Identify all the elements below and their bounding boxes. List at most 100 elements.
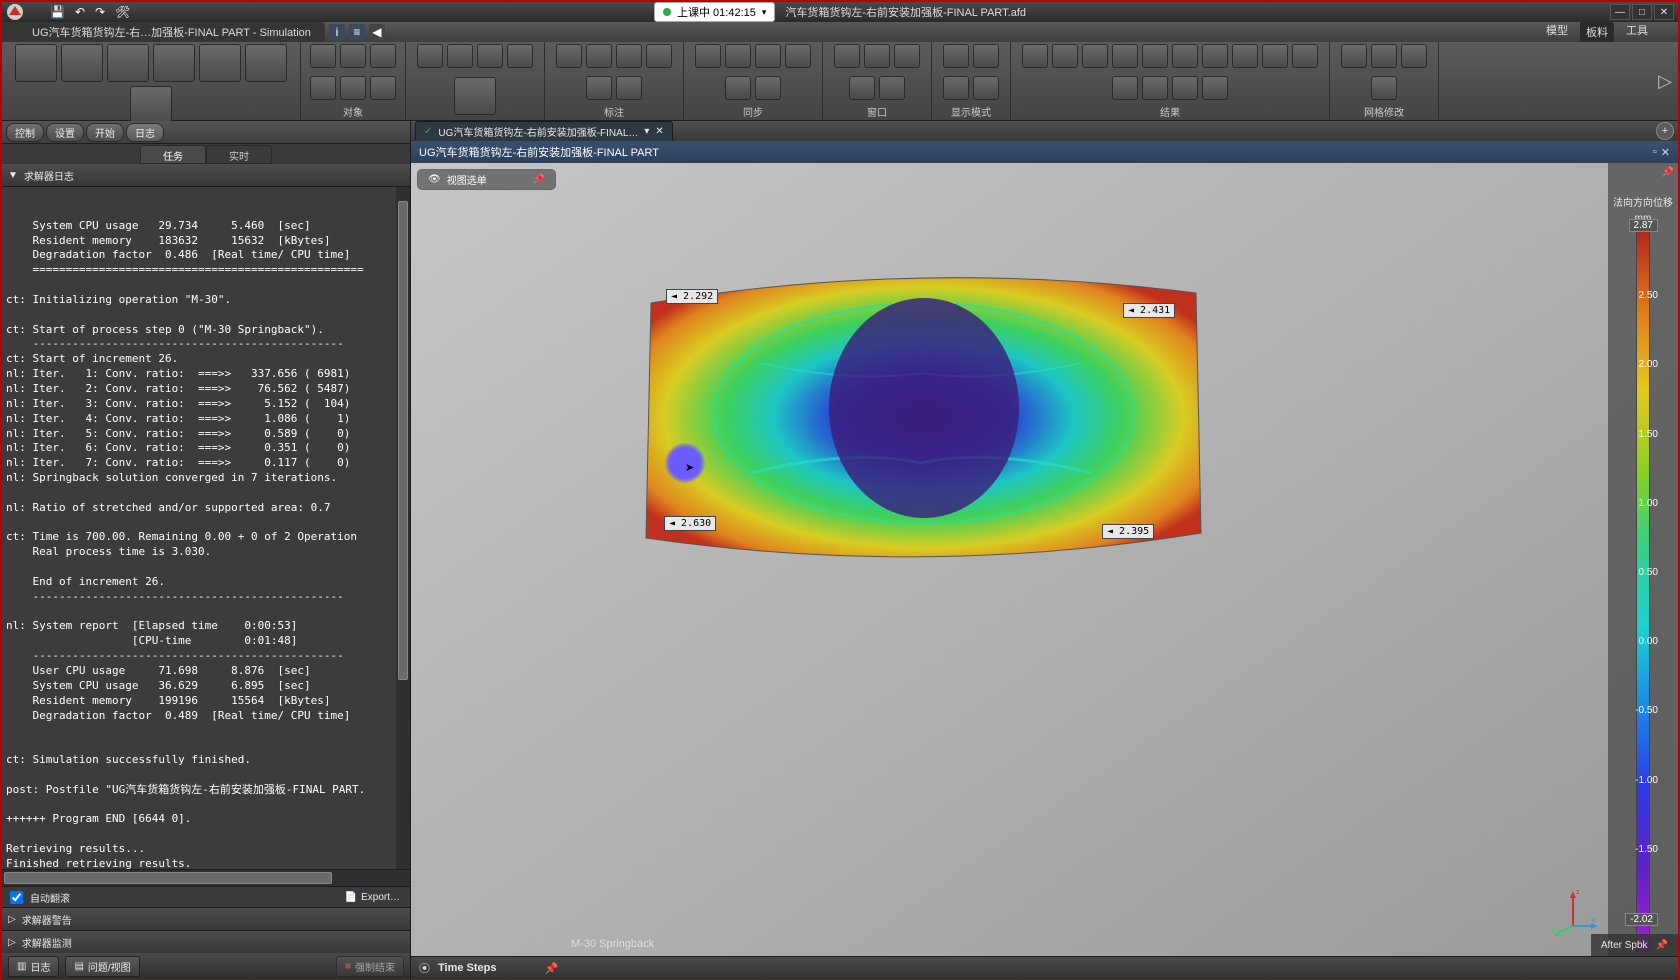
window-3-icon[interactable] [894,44,920,68]
result-11-icon[interactable] [1112,76,1138,100]
ribbon-plane-icon[interactable] [107,44,149,82]
ribbon-play-icon[interactable]: ▷ [1658,71,1672,92]
orientation-triad[interactable]: z x y [1548,886,1598,936]
tab-start[interactable]: 开始 [86,123,124,142]
select-tool-2-icon[interactable] [447,44,473,68]
accordion-monitor[interactable]: ▷ 求解器监测 [2,930,410,953]
minimize-button[interactable]: — [1610,4,1630,20]
mesh-1-icon[interactable] [1341,44,1367,68]
shade-globe-icon[interactable] [973,44,999,68]
mesh-2-icon[interactable] [1371,44,1397,68]
ribbon-tree-icon[interactable] [61,44,103,82]
horizontal-scrollbar[interactable] [2,869,410,886]
ribbon-display-obj-icon[interactable] [245,44,287,82]
pin-icon[interactable]: 📌 [1656,940,1668,951]
annot-dim-icon[interactable] [586,44,612,68]
export-button[interactable]: 📄 Export… [339,892,406,903]
annot-ruler-icon[interactable] [646,44,672,68]
pin-icon[interactable]: 📌 [545,962,559,975]
viewport-close-icon[interactable]: ✕ [1661,146,1670,159]
result-2-icon[interactable] [1052,44,1078,68]
sync-5-icon[interactable] [725,76,751,100]
maximize-button[interactable]: □ [1632,4,1652,20]
result-8-icon[interactable] [1232,44,1258,68]
collapse-left-icon[interactable]: ◀ [369,24,385,40]
tab-settings[interactable]: 设置 [46,123,84,142]
vertical-scrollbar[interactable] [396,187,410,869]
undo-icon[interactable]: ↶ [75,5,85,19]
window-1-icon[interactable] [834,44,860,68]
view-menu-button[interactable]: 👁 视图选单 📌 [417,169,556,190]
ribbon-open-icon[interactable] [15,44,57,82]
object-tool-3-icon[interactable] [370,44,396,68]
time-steps-bar[interactable]: ⦿ Time Steps 📌 [411,956,1678,979]
redo-icon[interactable]: ↷ [95,5,105,19]
settings-icon[interactable]: 🛠 [115,5,130,19]
result-3-icon[interactable] [1082,44,1108,68]
viewport-maximize-icon[interactable]: ▫ [1653,146,1657,159]
mesh-4-icon[interactable] [1371,76,1397,100]
chevron-down-icon[interactable]: ▾ [762,7,767,18]
annot-pointer-icon[interactable] [556,44,582,68]
sync-4-icon[interactable] [785,44,811,68]
3d-viewport[interactable]: 👁 视图选单 📌 [411,163,1678,956]
mesh-3-icon[interactable] [1401,44,1427,68]
sync-3-icon[interactable] [755,44,781,68]
select-block-icon[interactable] [454,77,496,115]
result-5-icon[interactable] [1142,44,1168,68]
sync-1-icon[interactable] [695,44,721,68]
result-12-icon[interactable] [1142,76,1168,100]
result-14-icon[interactable] [1202,76,1228,100]
shade-sphere-icon[interactable] [943,44,969,68]
result-10-icon[interactable] [1292,44,1318,68]
ribbon-highlight-icon[interactable] [130,86,172,124]
object-tool-2-icon[interactable] [340,44,366,68]
save-icon[interactable]: 💾 [50,5,65,19]
object-tool-6-icon[interactable] [370,76,396,100]
info-icon[interactable]: i [329,24,345,40]
expand-icon[interactable]: ⦿ [419,960,430,976]
result-6-icon[interactable] [1172,44,1198,68]
subtab-realtime[interactable]: 实时 [206,145,272,164]
tab-control[interactable]: 控制 [6,123,44,142]
solver-log-header[interactable]: ▼ 求解器日志 [2,164,410,187]
result-1-icon[interactable] [1022,44,1048,68]
viewport-doc-tab[interactable]: ✓ UG汽车货箱货钩左-右前安装加强板-FINAL… ▾ ✕ [415,121,673,142]
close-button[interactable]: ✕ [1654,4,1674,20]
window-4-icon[interactable] [849,76,875,100]
status-log-button[interactable]: ▥ 日志 [8,956,59,977]
select-tool-icon[interactable] [417,44,443,68]
shade-wire-icon[interactable] [943,76,969,100]
subtab-task[interactable]: 任务 [140,145,206,164]
result-13-icon[interactable] [1172,76,1198,100]
pin-icon[interactable]: 📌 [533,174,545,185]
sync-6-icon[interactable] [755,76,781,100]
annot-tool-icon[interactable] [616,76,642,100]
select-tool-3-icon[interactable] [477,44,503,68]
menu-tools[interactable]: 工具 [1626,22,1648,42]
menu-model[interactable]: 模型 [1546,22,1568,42]
add-tab-button[interactable]: + [1656,122,1674,140]
solver-log-text[interactable]: System CPU usage 29.734 5.460 [sec] Resi… [2,187,410,869]
window-5-icon[interactable] [879,76,905,100]
result-7-icon[interactable] [1202,44,1228,68]
dropdown-icon[interactable]: ▾ [644,126,649,137]
select-tool-4-icon[interactable] [507,44,533,68]
result-9-icon[interactable] [1262,44,1288,68]
autoscroll-checkbox[interactable] [10,891,23,904]
annot-angle-icon[interactable] [616,44,642,68]
object-tool-4-icon[interactable] [310,76,336,100]
annot-label-icon[interactable] [586,76,612,100]
status-issues-button[interactable]: ▤ 问题/视图 [65,956,139,977]
sync-2-icon[interactable] [725,44,751,68]
active-document-tab[interactable]: UG汽车货箱货钩左-右…加强板-FINAL PART - Simulation [2,22,325,42]
object-tool-1-icon[interactable] [310,44,336,68]
legend-pin-icon[interactable]: 📌 [1662,167,1674,178]
result-4-icon[interactable] [1112,44,1138,68]
ribbon-part-icon[interactable] [199,44,241,82]
accordion-warnings[interactable]: ▷ 求解器警告 [2,907,410,930]
shade-solid-icon[interactable] [973,76,999,100]
ribbon-layers-icon[interactable] [153,44,195,82]
tab-close-icon[interactable]: ✕ [655,126,663,137]
menu-sheet[interactable]: 板料 [1580,22,1614,42]
